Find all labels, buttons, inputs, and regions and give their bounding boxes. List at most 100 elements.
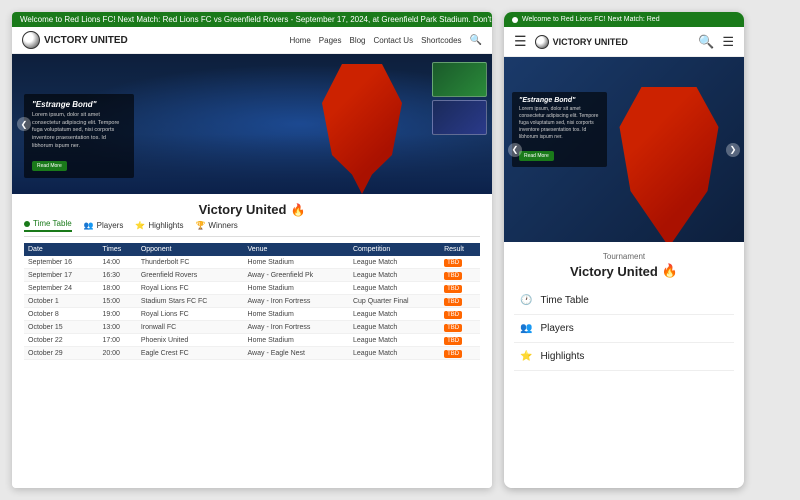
tab-players-icon: 👥 xyxy=(84,221,94,230)
mobile-hero-text-box: "Estrange Bond" Lorem ipsum, dolor sit a… xyxy=(512,92,607,167)
mobile-tab-players-label: Players xyxy=(540,323,573,334)
tbd-badge: TBD xyxy=(444,350,462,358)
table-cell-0: October 15 xyxy=(24,321,98,334)
section-title-text: Victory United xyxy=(199,202,287,217)
table-cell-3: Home Stadium xyxy=(244,308,349,321)
desktop-mockup: Welcome to Red Lions FC! Next Match: Red… xyxy=(12,12,492,488)
table-cell-1: 17:00 xyxy=(98,334,136,347)
table-cell-4: League Match xyxy=(349,347,440,360)
table-cell-2: Phoenix United xyxy=(137,334,244,347)
nav-contact[interactable]: Contact Us xyxy=(374,36,414,45)
mobile-tab-highlights-label: Highlights xyxy=(540,351,584,362)
tab-highlights-icon: ⭐ xyxy=(135,221,145,230)
tbd-badge: TBD xyxy=(444,272,462,280)
table-row: September 2418:00Royal Lions FCHome Stad… xyxy=(24,282,480,295)
table-cell-0: September 16 xyxy=(24,256,98,269)
desktop-content: Victory United 🔥 Time Table 👥 Players ⭐ … xyxy=(12,194,492,488)
tbd-badge: TBD xyxy=(444,285,462,293)
mobile-ticker-text: Welcome to Red Lions FC! Next Match: Red xyxy=(522,16,660,23)
table-row: October 115:00Stadium Stars FC FCAway - … xyxy=(24,295,480,308)
tab-winners[interactable]: 🏆 Winners xyxy=(195,219,237,232)
mobile-tab-players[interactable]: 👥 Players xyxy=(514,315,734,343)
mobile-hero: "Estrange Bond" Lorem ipsum, dolor sit a… xyxy=(504,57,744,242)
table-cell-3: Home Stadium xyxy=(244,334,349,347)
table-cell-1: 15:00 xyxy=(98,295,136,308)
table-cell-4: League Match xyxy=(349,256,440,269)
table-cell-1: 18:00 xyxy=(98,282,136,295)
desktop-nav-links: Home Pages Blog Contact Us Shortcodes xyxy=(289,36,461,45)
mobile-tab-highlights[interactable]: ⭐ Highlights xyxy=(514,343,734,371)
mobile-player-image xyxy=(614,87,724,242)
table-cell-5: TBD xyxy=(440,282,480,295)
tbd-badge: TBD xyxy=(444,298,462,306)
desktop-logo[interactable]: VICTORY UNITED xyxy=(22,31,128,49)
section-title: Victory United 🔥 xyxy=(24,202,480,217)
mobile-mockup: Welcome to Red Lions FC! Next Match: Red… xyxy=(504,12,744,488)
ticker-dot-icon xyxy=(512,17,518,23)
nav-home[interactable]: Home xyxy=(289,36,310,45)
hamburger-icon[interactable]: ☰ xyxy=(514,33,527,50)
col-competition: Competition xyxy=(349,243,440,256)
nav-blog[interactable]: Blog xyxy=(349,36,365,45)
mobile-next-button[interactable]: ❯ xyxy=(726,143,740,157)
mobile-read-more-button[interactable]: Read More xyxy=(519,151,554,161)
table-row: September 1614:00Thunderbolt FCHome Stad… xyxy=(24,256,480,269)
logo-ball-icon xyxy=(22,31,40,49)
tbd-badge: TBD xyxy=(444,259,462,267)
logo-text: VICTORY UNITED xyxy=(44,35,128,46)
search-icon[interactable]: 🔍 xyxy=(470,35,482,46)
mobile-fire-icon: 🔥 xyxy=(662,263,678,279)
table-cell-0: September 17 xyxy=(24,269,98,282)
hero-thumb-1 xyxy=(432,62,487,97)
ticker-text: Welcome to Red Lions FC! Next Match: Red… xyxy=(20,15,492,24)
tab-winners-icon: 🏆 xyxy=(195,221,205,230)
hero-read-more-button[interactable]: Read More xyxy=(32,161,67,171)
nav-shortcodes[interactable]: Shortcodes xyxy=(421,36,461,45)
table-cell-1: 13:00 xyxy=(98,321,136,334)
mobile-nav: ☰ VICTORY UNITED 🔍 ☰ xyxy=(504,27,744,57)
table-cell-4: League Match xyxy=(349,321,440,334)
table-cell-3: Away - Iron Fortress xyxy=(244,295,349,308)
hero-description: Lorem ipsum, dolor sit amet consectetur … xyxy=(32,112,126,150)
col-venue: Venue xyxy=(244,243,349,256)
mobile-tournament-label: Tournament xyxy=(514,252,734,261)
table-cell-1: 19:00 xyxy=(98,308,136,321)
nav-pages[interactable]: Pages xyxy=(319,36,342,45)
col-result: Result xyxy=(440,243,480,256)
mobile-hero-quote: "Estrange Bond" xyxy=(519,97,600,104)
mobile-nav-right: 🔍 ☰ xyxy=(698,34,734,50)
mobile-players-icon: 👥 xyxy=(520,323,532,334)
table-cell-4: Cup Quarter Final xyxy=(349,295,440,308)
table-cell-3: Away - Iron Fortress xyxy=(244,321,349,334)
mobile-prev-button[interactable]: ❮ xyxy=(508,143,522,157)
mobile-tab-time-table[interactable]: 🕐 Time Table xyxy=(514,287,734,315)
desktop-tabs: Time Table 👥 Players ⭐ Highlights 🏆 Winn… xyxy=(24,219,480,237)
tbd-badge: TBD xyxy=(444,311,462,319)
table-cell-3: Home Stadium xyxy=(244,282,349,295)
table-cell-5: TBD xyxy=(440,295,480,308)
tab-highlights[interactable]: ⭐ Highlights xyxy=(135,219,183,232)
tbd-badge: TBD xyxy=(444,324,462,332)
mobile-logo[interactable]: VICTORY UNITED xyxy=(535,35,628,49)
desktop-hero: "Estrange Bond" Lorem ipsum, dolor sit a… xyxy=(12,54,492,194)
table-cell-2: Stadium Stars FC FC xyxy=(137,295,244,308)
hero-prev-button[interactable]: ❮ xyxy=(17,117,31,131)
tab-players[interactable]: 👥 Players xyxy=(84,219,124,232)
fire-icon: 🔥 xyxy=(290,203,305,217)
ticker-bar: Welcome to Red Lions FC! Next Match: Red… xyxy=(12,12,492,27)
table-cell-0: September 24 xyxy=(24,282,98,295)
tbd-badge: TBD xyxy=(444,337,462,345)
desktop-nav: VICTORY UNITED Home Pages Blog Contact U… xyxy=(12,27,492,54)
hero-thumbnails xyxy=(432,62,487,135)
mobile-menu-icon[interactable]: ☰ xyxy=(722,34,734,50)
table-cell-0: October 8 xyxy=(24,308,98,321)
tab-winners-label: Winners xyxy=(208,221,237,230)
nav-icons: 🔍 xyxy=(470,35,482,46)
table-cell-5: TBD xyxy=(440,321,480,334)
table-cell-0: October 29 xyxy=(24,347,98,360)
tab-time-table[interactable]: Time Table xyxy=(24,219,72,232)
mobile-search-icon[interactable]: 🔍 xyxy=(698,34,714,50)
table-cell-3: Away - Greenfield Pk xyxy=(244,269,349,282)
player-silhouette xyxy=(312,64,412,194)
table-row: October 2217:00Phoenix UnitedHome Stadiu… xyxy=(24,334,480,347)
